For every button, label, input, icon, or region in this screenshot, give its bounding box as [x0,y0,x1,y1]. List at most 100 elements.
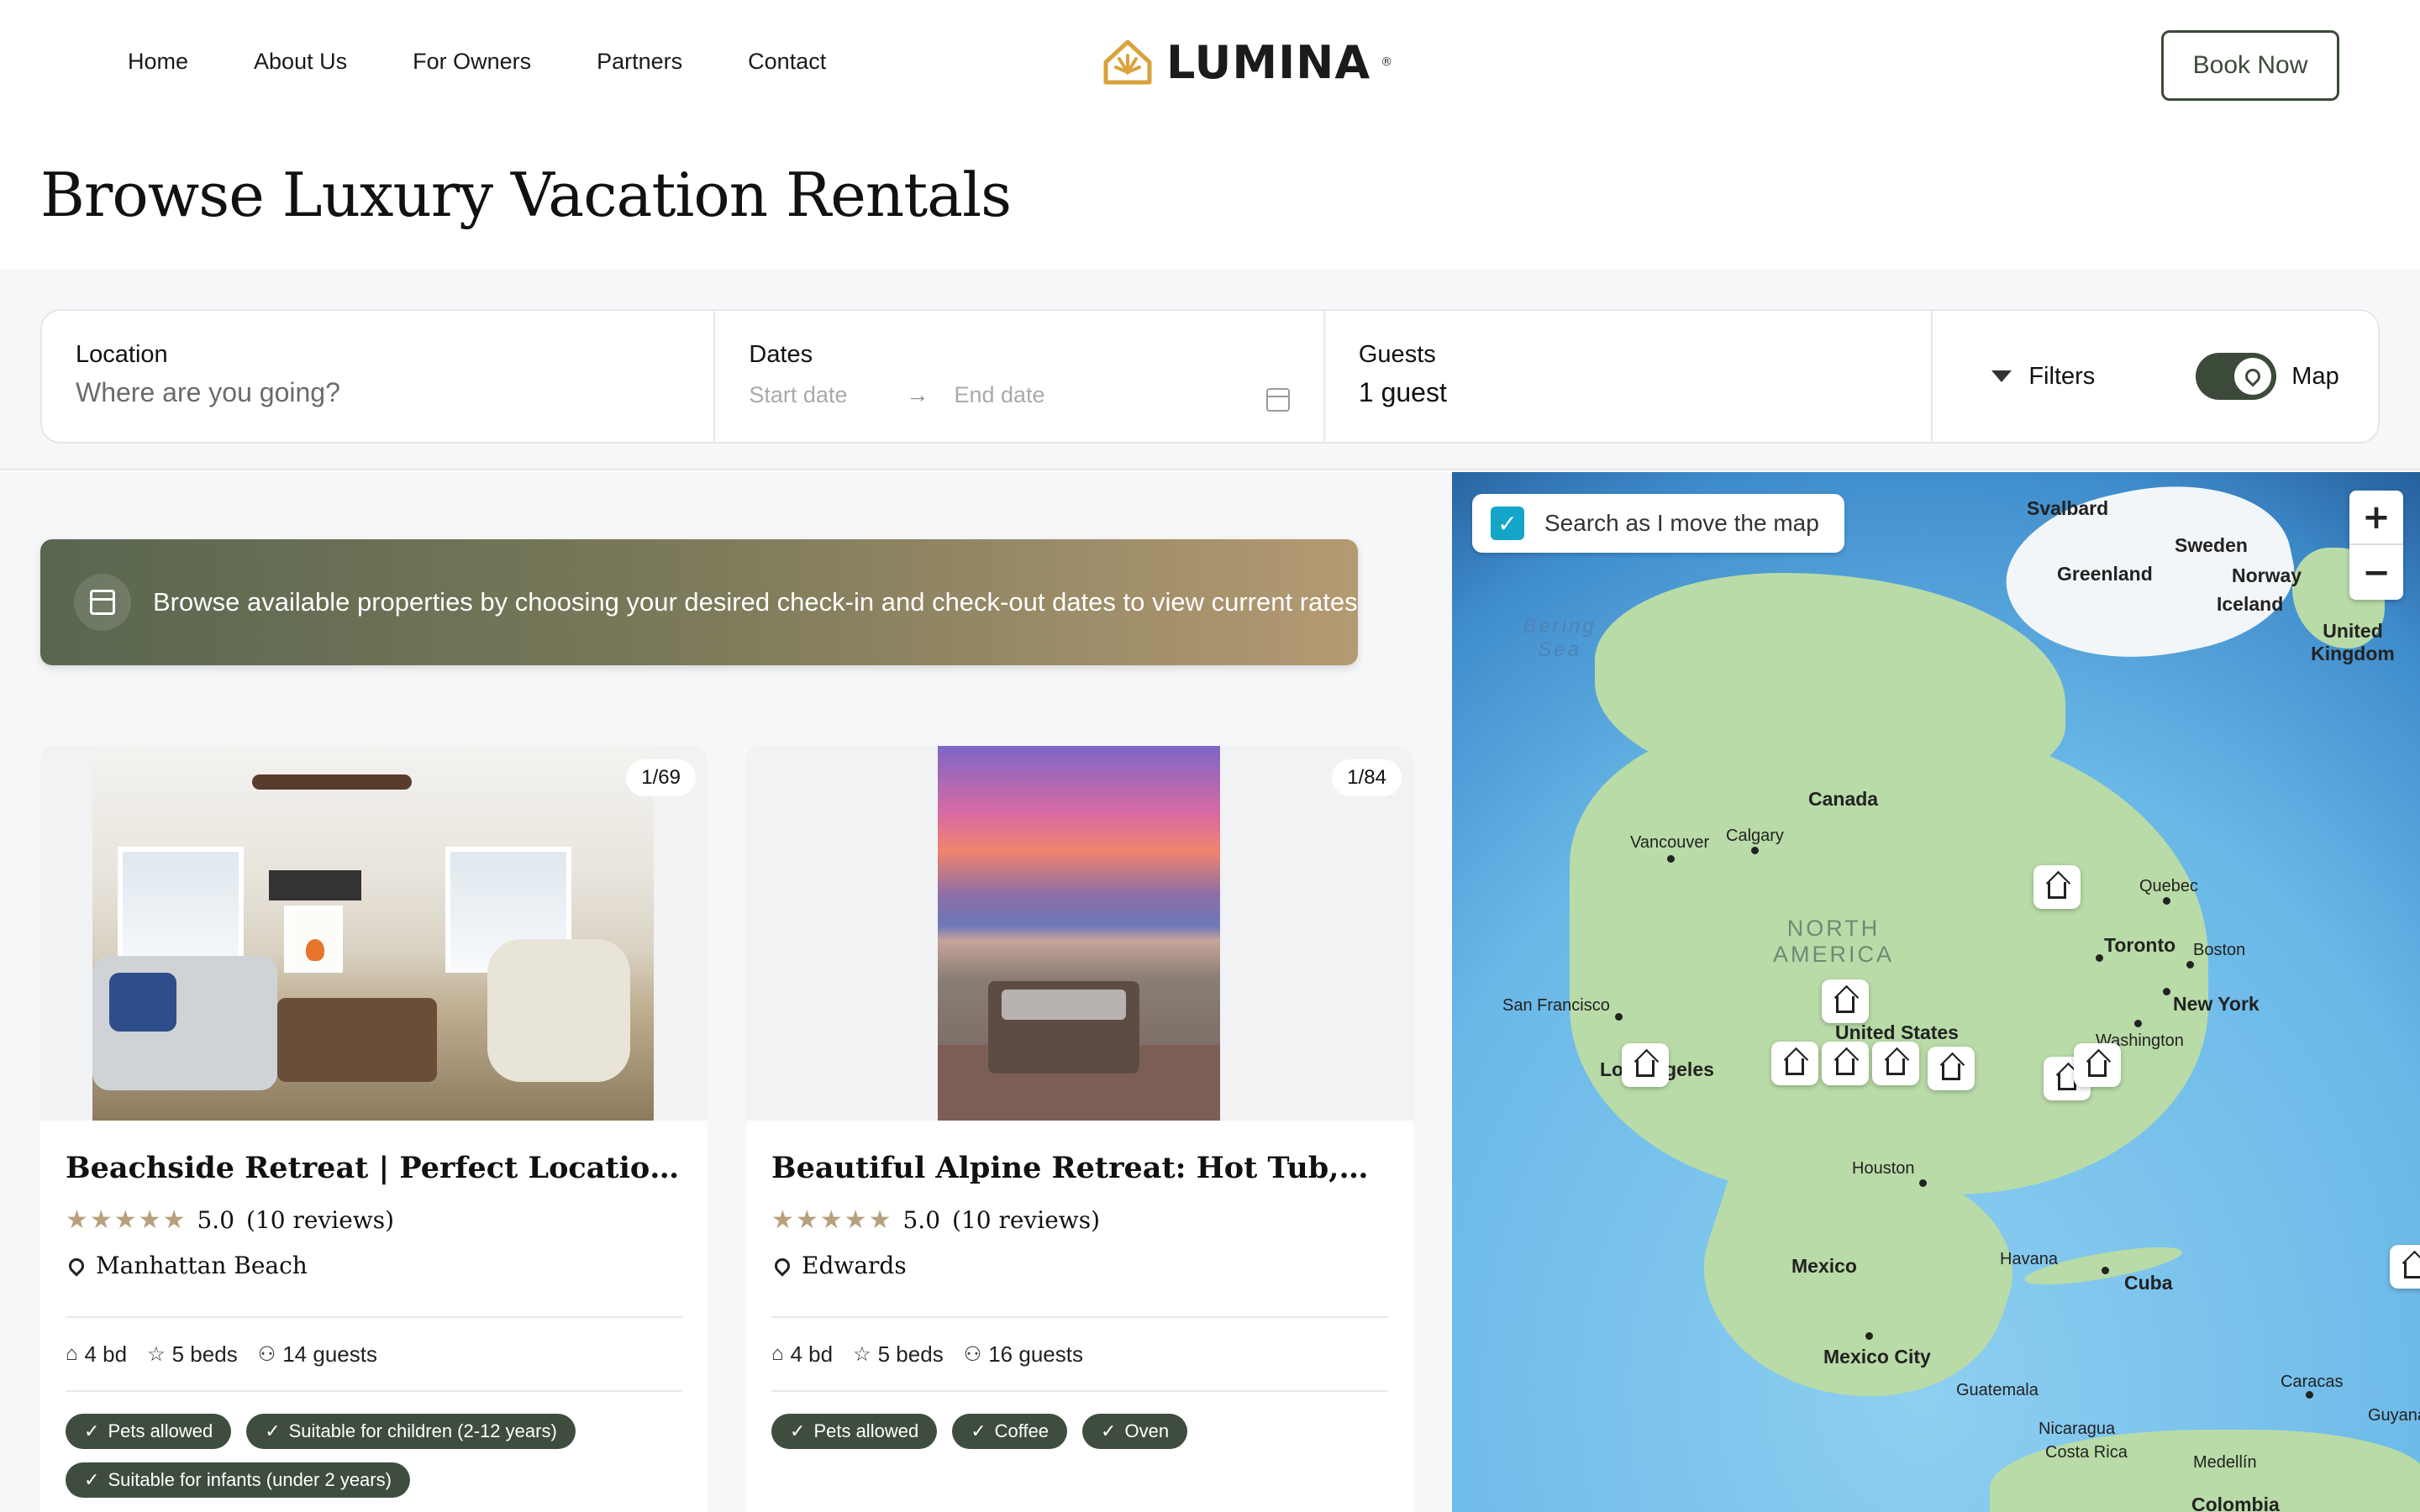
property-marker[interactable] [1771,1042,1818,1085]
map-label: Svalbard [2027,497,2109,519]
star-outline-icon: ☆ [147,1342,166,1366]
person-icon: ⚇ [963,1342,982,1366]
guests-value[interactable]: 1 guest [1359,377,1897,408]
nav-about-us[interactable]: About Us [254,49,347,75]
city-dot [2102,1267,2109,1274]
map-label: Mexico [1791,1255,1857,1277]
house-icon: ⌂ [771,1342,784,1365]
city-dot [1919,1179,1927,1187]
calendar-icon[interactable] [1265,388,1290,412]
book-now-button[interactable]: Book Now [2161,30,2339,101]
start-date-input[interactable]: Start date [749,382,847,408]
house-icon [1786,1058,1804,1075]
map-label: Guatemala [1956,1381,2039,1399]
rating-value: 5.0 [902,1206,941,1234]
property-marker[interactable] [1822,979,1869,1023]
city-dot [2186,961,2194,969]
listings-panel: Browse available properties by choosing … [0,472,1452,1512]
listing-image-carousel[interactable]: 1/84 [746,746,1413,1121]
filters-button[interactable]: Filters [1991,363,2095,391]
listing-card[interactable]: 1/69 Beachside Retreat | Perfect Locatio… [40,746,708,1512]
amenity-tags: ✓ Pets allowed ✓ Coffee ✓ Oven [771,1414,1388,1449]
rating-row: ★★★★★ 5.0 (10 reviews) [66,1205,682,1235]
nav-for-owners[interactable]: For Owners [413,49,531,75]
amenity-label: Suitable for infants (under 2 years) [108,1469,392,1490]
star-rating-icon: ★★★★★ [771,1205,893,1235]
guests-field[interactable]: Guests 1 guest [1325,311,1933,442]
map-label: Canada [1808,788,1879,810]
map-label: New York [2173,993,2260,1015]
listing-stats: ⌂ 4 bd ☆ 5 beds ⚇ 14 guests [66,1318,682,1392]
map-pin-icon [2242,365,2265,387]
map-label: Guyana [2368,1406,2420,1425]
guests-value: 16 guests [988,1341,1083,1367]
listing-title[interactable]: Beautiful Alpine Retreat: Hot Tub,Sauna,… [771,1151,1388,1185]
city-dot [1615,1013,1623,1021]
dates-field[interactable]: Dates Start date → End date [715,311,1325,442]
filters-label: Filters [2028,362,2096,390]
funnel-icon [1991,370,2012,382]
person-icon: ⚇ [257,1342,276,1366]
location-field[interactable]: Location Where are you going? [42,311,716,442]
listing-image-carousel[interactable]: 1/69 [40,746,708,1121]
location-pin-icon [66,1254,87,1277]
map-label: Vancouver [1630,833,1710,852]
beds-stat: ☆ 5 beds [853,1341,944,1368]
map-view[interactable]: Svalbard Sweden Greenland Norway Iceland… [1452,472,2420,1512]
map-label: Bering Sea [1523,615,1597,661]
guests-stat: ⚇ 16 guests [964,1341,1083,1368]
beds-stat: ☆ 5 beds [147,1341,238,1368]
page-title: Browse Luxury Vacation Rentals [40,160,1012,230]
property-marker[interactable] [2390,1245,2420,1289]
check-icon: ✓ [84,1469,100,1490]
location-input[interactable]: Where are you going? [76,377,680,408]
property-marker[interactable] [1928,1047,1975,1090]
pillow-shape [109,973,176,1032]
lumina-logo[interactable]: LUMINA ® [1099,34,1392,91]
check-icon: ✓ [971,1420,986,1441]
photo-counter: 1/84 [1332,759,1402,796]
map-label: Greenland [2057,563,2153,585]
date-info-banner: Browse available properties by choosing … [40,539,1358,665]
property-marker[interactable] [2074,1043,2121,1087]
logo-wordmark: LUMINA [1166,35,1371,89]
listing-stats: ⌂ 4 bd ☆ 5 beds ⚇ 16 guests [771,1318,1388,1392]
property-marker[interactable] [1622,1043,1669,1087]
map-toggle[interactable] [2196,353,2277,400]
house-icon: ⌂ [66,1342,78,1365]
listing-location: Edwards [802,1252,907,1279]
property-marker[interactable] [1872,1042,1919,1085]
property-marker[interactable] [1822,1042,1869,1085]
map-label: Havana [2000,1250,2058,1268]
beds-value: 5 beds [171,1341,238,1367]
dates-label: Dates [749,341,813,368]
star-outline-icon: ☆ [853,1342,871,1366]
check-icon: ✓ [265,1420,281,1441]
map-label: Calgary [1726,827,1784,845]
location-row: Manhattan Beach [66,1252,682,1279]
amenity-tag: ✓ Oven [1082,1414,1188,1449]
nav-contact[interactable]: Contact [748,49,826,75]
check-icon: ✓ [790,1420,806,1441]
guests-value: 14 guests [282,1341,377,1367]
listing-title[interactable]: Beachside Retreat | Perfect Location| Fr… [66,1151,682,1185]
amenity-label: Suitable for children (2-12 years) [288,1420,557,1441]
listing-card[interactable]: 1/84 Beautiful Alpine Retreat: Hot Tub,S… [746,746,1413,1512]
checkbox-checked-icon[interactable]: ✓ [1491,507,1524,540]
nav-partners[interactable]: Partners [597,49,682,75]
search-bar: Location Where are you going? Dates Star… [40,309,2380,444]
end-date-input[interactable]: End date [954,382,1044,408]
map-label: Toronto [2104,934,2176,956]
check-icon: ✓ [1101,1420,1117,1441]
nav-home[interactable]: Home [128,49,188,75]
zoom-out-button[interactable]: − [2349,545,2403,600]
review-count: (10 reviews) [952,1206,1101,1234]
calendar-icon [90,590,115,615]
property-marker[interactable] [2033,865,2081,909]
nav-links: Home About Us For Owners Partners Contac… [128,49,892,75]
zoom-in-button[interactable]: + [2349,491,2403,545]
search-as-i-move-toggle[interactable]: ✓ Search as I move the map [1472,494,1844,553]
house-sun-logo-icon [1103,39,1152,85]
search-as-i-move-label: Search as I move the map [1544,510,1819,536]
location-pin-icon [771,1254,793,1277]
